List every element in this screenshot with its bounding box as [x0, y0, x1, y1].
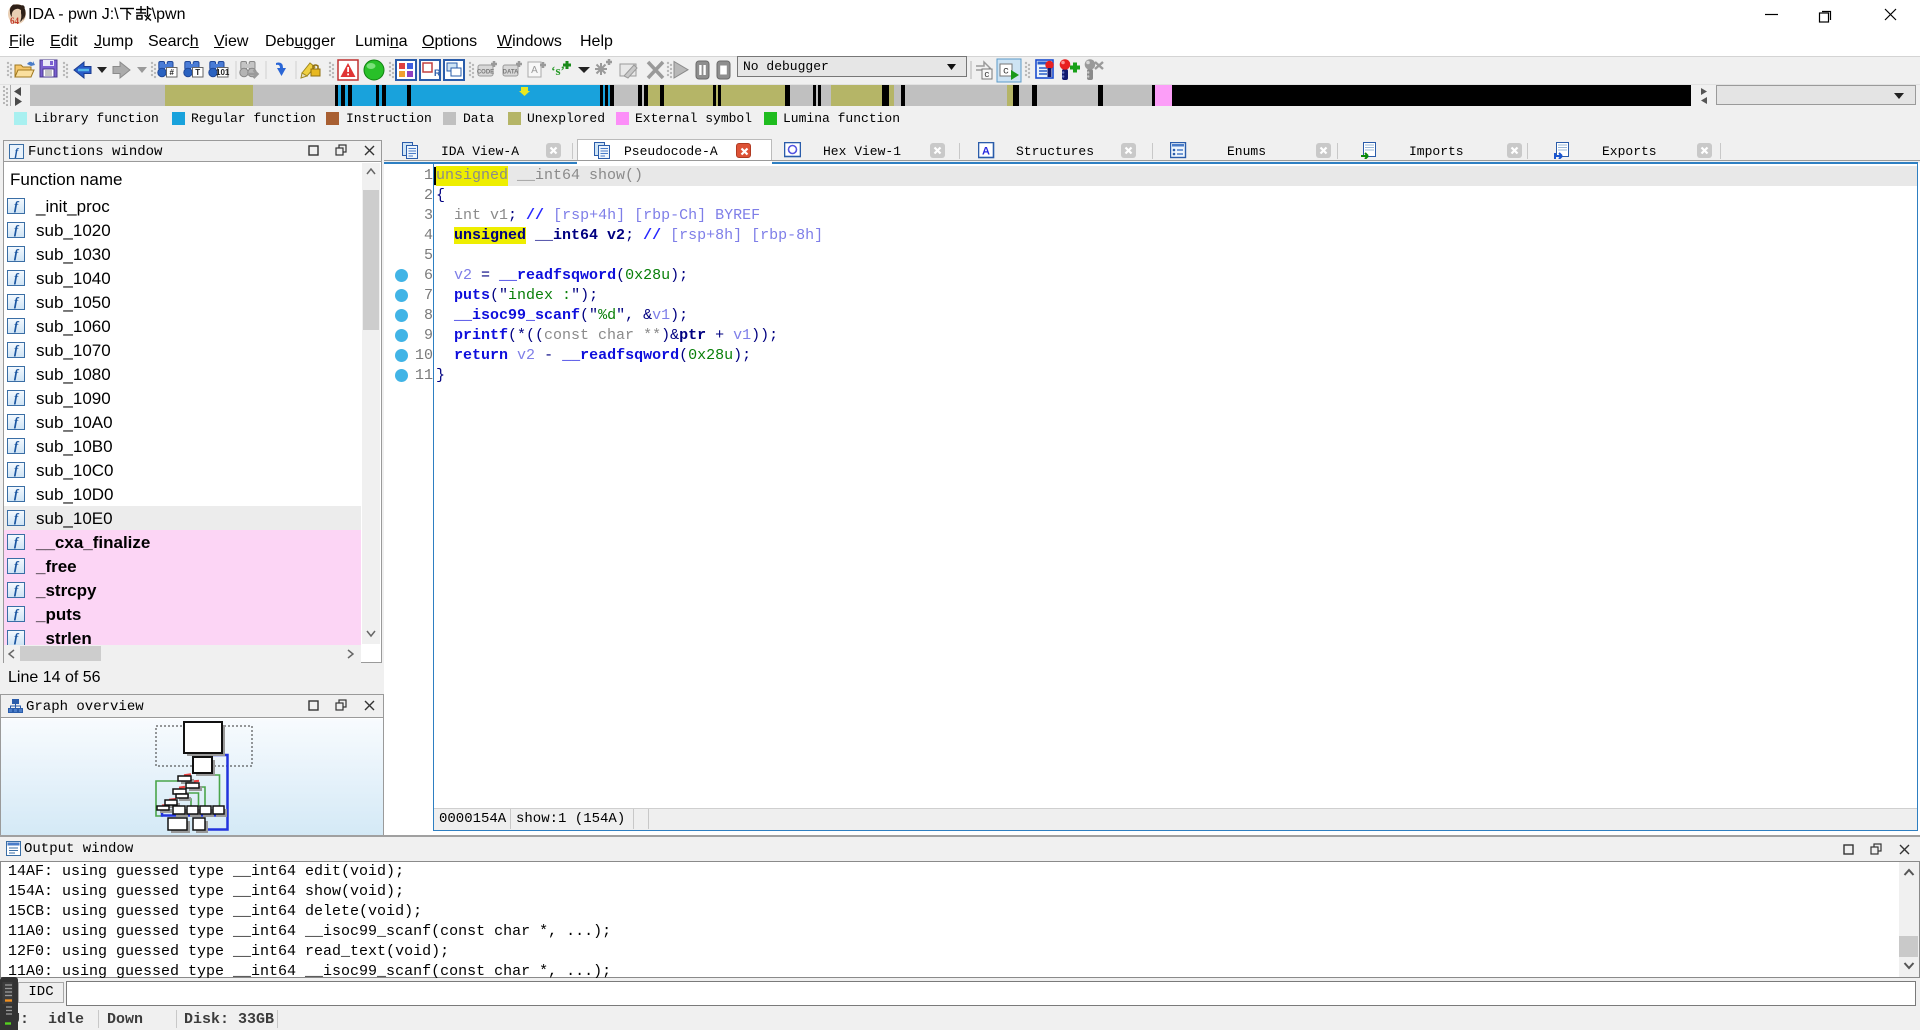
svg-text:A: A — [531, 65, 538, 76]
svg-text:64: 64 — [10, 16, 20, 26]
svg-text:DATA: DATA — [503, 70, 519, 76]
svg-text:CODE: CODE — [477, 70, 494, 76]
svg-text:R: R — [434, 68, 441, 78]
svg-text:101: 101 — [216, 68, 230, 77]
svg-text:c: c — [984, 70, 989, 80]
svg-text:A: A — [982, 146, 990, 158]
svg-text:T: T — [195, 68, 200, 77]
svg-text:#: # — [169, 68, 174, 77]
svg-text:‘s’: ‘s’ — [551, 63, 565, 78]
svg-text:c: c — [1003, 67, 1009, 78]
